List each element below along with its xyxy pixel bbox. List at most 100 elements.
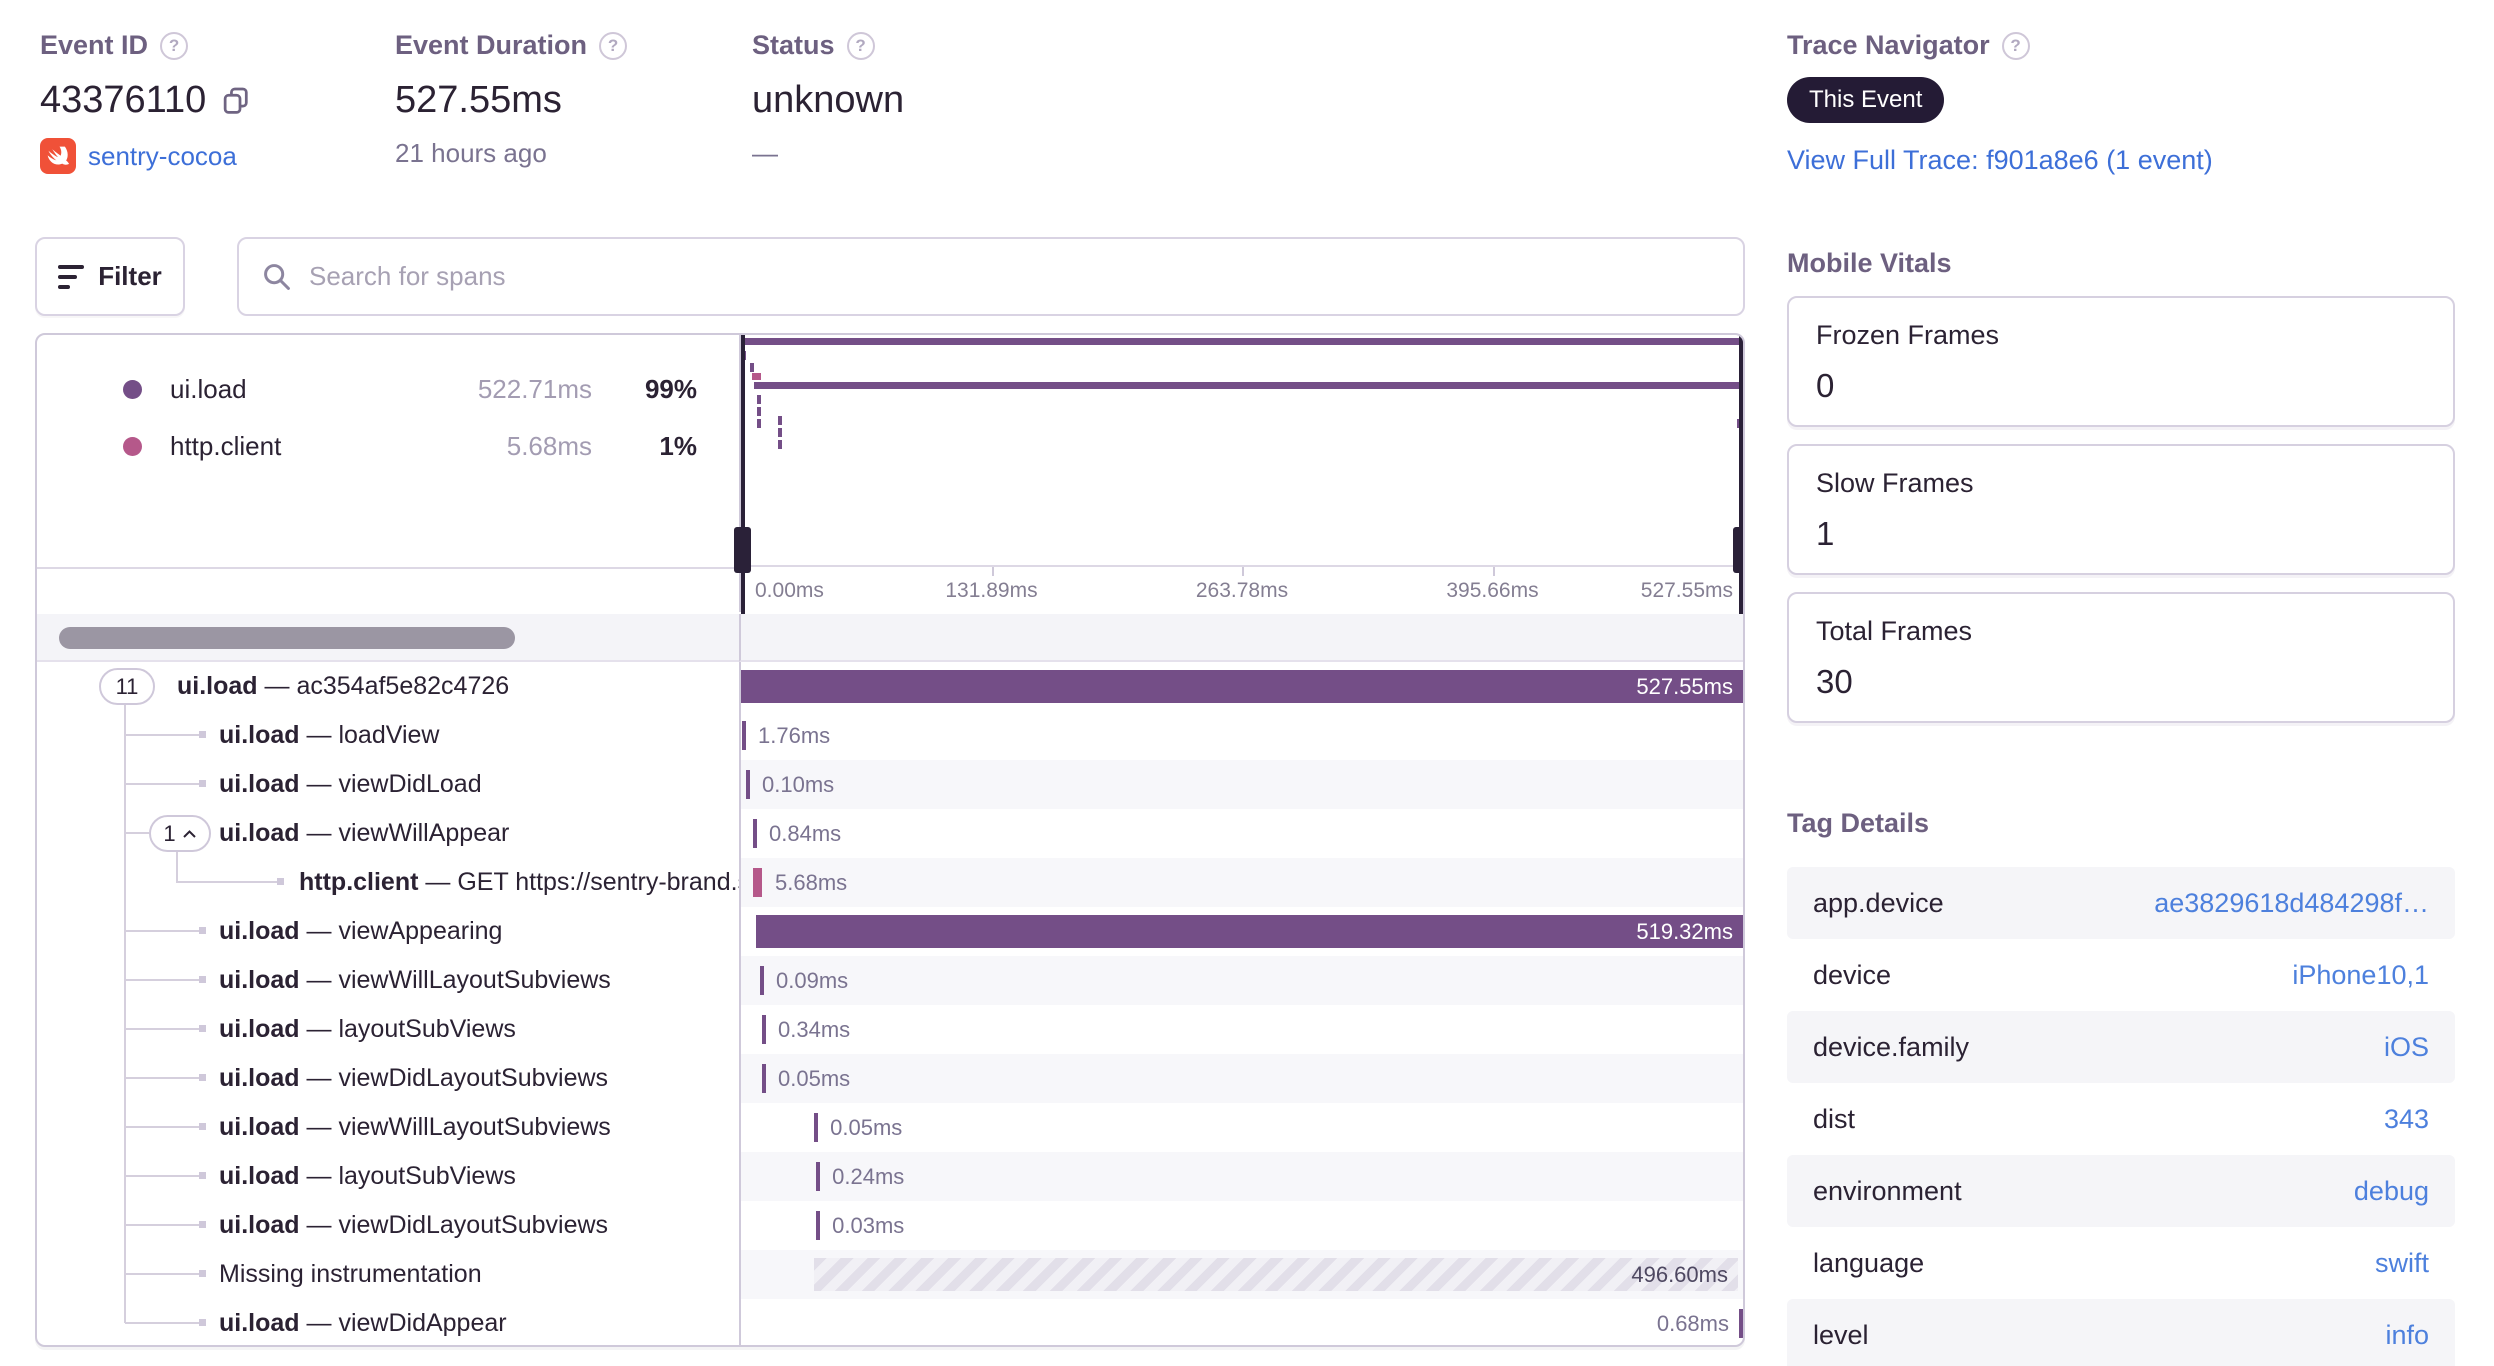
- span-duration-tick[interactable]: [742, 721, 746, 750]
- tag-key: language: [1813, 1247, 1925, 1278]
- span-duration-label: 0.24ms: [832, 1164, 905, 1189]
- span-bar-row[interactable]: 5.68ms: [741, 858, 1743, 907]
- legend-row[interactable]: http.client 5.68ms 1%: [37, 418, 739, 475]
- span-duration-label: 1.76ms: [758, 723, 831, 748]
- span-duration-tick[interactable]: [816, 1211, 821, 1240]
- legend-row[interactable]: ui.load 522.71ms 99%: [37, 361, 739, 418]
- help-icon[interactable]: ?: [846, 31, 875, 60]
- span-duration-bar[interactable]: 519.32ms: [756, 915, 1743, 948]
- axis-tick-label: 263.78ms: [1195, 579, 1289, 602]
- span-duration-tick[interactable]: [746, 770, 750, 799]
- filter-button[interactable]: Filter: [35, 237, 185, 316]
- tag-value-link[interactable]: ae3829618d484298f…: [2154, 888, 2429, 919]
- event-duration-section: Event Duration ? 527.55ms 21 hours ago: [395, 30, 628, 169]
- trace-view-panel: ui.load 522.71ms 99% http.client 5.68ms 1% 0.…: [35, 333, 1745, 1347]
- span-children-toggle[interactable]: 11: [99, 668, 155, 705]
- span-bar-row[interactable]: 1.76ms: [741, 711, 1743, 760]
- span-bar-row[interactable]: 0.24ms: [741, 1152, 1743, 1201]
- project-link[interactable]: sentry-cocoa: [88, 141, 237, 172]
- tag-value-link[interactable]: swift: [2375, 1248, 2429, 1279]
- legend-percent: 99%: [644, 374, 697, 404]
- tree-connector-line: [125, 979, 203, 981]
- view-full-trace-link[interactable]: View Full Trace: f901a8e6 (1 event): [1787, 145, 2455, 176]
- span-duration-tick[interactable]: [762, 1015, 767, 1044]
- span-bar-row[interactable]: 0.05ms: [741, 1054, 1743, 1103]
- span-bar-row[interactable]: 0.09ms: [741, 956, 1743, 1005]
- tag-value-link[interactable]: iOS: [2384, 1032, 2429, 1063]
- tag-row: level info: [1787, 1299, 2455, 1366]
- span-tree-row[interactable]: ui.load — ac354af5e82c4726 11: [37, 662, 739, 711]
- span-bar-row[interactable]: 0.68ms: [741, 1299, 1743, 1345]
- span-duration-tick[interactable]: [753, 819, 758, 848]
- mobile-vitals-title: Mobile Vitals: [1787, 248, 1952, 278]
- tree-connector-line: [125, 1322, 203, 1324]
- viewport-left-handle[interactable]: [734, 527, 751, 573]
- span-duration-label: 0.34ms: [778, 1017, 851, 1042]
- tag-row: app.device ae3829618d484298f…: [1787, 867, 2455, 939]
- span-op-color-dot: [123, 380, 142, 399]
- event-age: 21 hours ago: [395, 138, 547, 168]
- span-duration-tick[interactable]: [816, 1162, 821, 1191]
- search-input[interactable]: [309, 261, 1721, 292]
- copy-icon[interactable]: [220, 85, 252, 117]
- tree-connector-line: [125, 1077, 203, 1079]
- span-duration-tick[interactable]: [814, 1113, 819, 1142]
- span-duration-label: 5.68ms: [775, 870, 848, 895]
- swift-icon: [40, 138, 76, 174]
- tree-connector-line: [125, 1126, 203, 1128]
- status-label: Status: [752, 30, 835, 60]
- minimap-span-tick: [750, 363, 755, 372]
- span-duration-tick[interactable]: [753, 868, 763, 897]
- axis-tick-label: 0.00ms: [755, 579, 824, 602]
- event-id-label: Event ID: [40, 30, 149, 60]
- span-bar-row[interactable]: 0.05ms: [741, 1103, 1743, 1152]
- status-sub: —: [752, 138, 778, 168]
- span-label: http.client — GET https://sentry-brand.s…: [299, 868, 739, 896]
- missing-instrumentation-bar[interactable]: 496.60ms: [814, 1258, 1738, 1291]
- span-duration-label: 527.55ms: [1636, 673, 1733, 699]
- span-label: ui.load — layoutSubViews: [219, 1015, 516, 1043]
- span-label: Missing instrumentation: [219, 1260, 482, 1288]
- span-waterfall: 527.55ms 1.76ms 0.10ms 0.84ms 5.68ms 519.32ms…: [739, 662, 1743, 1345]
- tag-key: dist: [1813, 1103, 1856, 1134]
- event-id-value: 43376110: [40, 79, 207, 121]
- span-duration-label: 0.03ms: [832, 1213, 905, 1238]
- span-bar-row[interactable]: 0.10ms: [741, 760, 1743, 809]
- legend-duration: 522.71ms: [477, 374, 592, 404]
- help-icon[interactable]: ?: [2001, 31, 2030, 60]
- tag-value-link[interactable]: info: [2385, 1320, 2429, 1351]
- help-icon[interactable]: ?: [599, 31, 628, 60]
- vital-card-label: Total Frames: [1816, 616, 1973, 646]
- span-duration-label: 0.84ms: [769, 821, 842, 846]
- tag-value-link[interactable]: debug: [2354, 1176, 2429, 1207]
- axis-tick-label: 527.55ms: [1640, 579, 1733, 602]
- span-children-toggle[interactable]: 1: [149, 815, 211, 852]
- this-event-badge: This Event: [1787, 77, 1945, 123]
- tag-value-link[interactable]: 343: [2384, 1104, 2429, 1135]
- tree-scrollbar-track[interactable]: [37, 614, 739, 662]
- tree-scrollbar-thumb[interactable]: [59, 627, 515, 649]
- minimap-span-tick: [778, 416, 783, 425]
- vital-card-label: Frozen Frames: [1816, 320, 2000, 350]
- span-bar-row[interactable]: 519.32ms: [741, 907, 1743, 956]
- span-duration-tick[interactable]: [760, 966, 765, 995]
- span-bar-row[interactable]: 0.34ms: [741, 1005, 1743, 1054]
- span-bar-row[interactable]: 0.84ms: [741, 809, 1743, 858]
- tag-value-link[interactable]: iPhone10,1: [2292, 960, 2429, 991]
- span-duration-tick[interactable]: [1738, 1309, 1743, 1338]
- span-bar-row[interactable]: 527.55ms: [741, 662, 1743, 711]
- tag-details-title: Tag Details: [1787, 808, 1930, 838]
- tree-connector-dot: [199, 1172, 206, 1179]
- help-icon[interactable]: ?: [160, 31, 189, 60]
- span-tree-row[interactable]: http.client — GET https://sentry-brand.s…: [37, 858, 739, 907]
- trace-minimap[interactable]: [734, 335, 1743, 614]
- viewport-right-handle[interactable]: [1733, 527, 1743, 573]
- span-duration-tick[interactable]: [762, 1064, 767, 1093]
- span-bar-row[interactable]: 496.60ms: [741, 1250, 1743, 1299]
- span-duration-bar[interactable]: 527.55ms: [741, 670, 1743, 703]
- tree-connector-line: [176, 850, 178, 881]
- span-bar-row[interactable]: 0.03ms: [741, 1201, 1743, 1250]
- legend-op-name: ui.load: [170, 374, 247, 404]
- tree-connector-dot: [199, 976, 206, 983]
- minimap-span-tick: [757, 395, 762, 404]
